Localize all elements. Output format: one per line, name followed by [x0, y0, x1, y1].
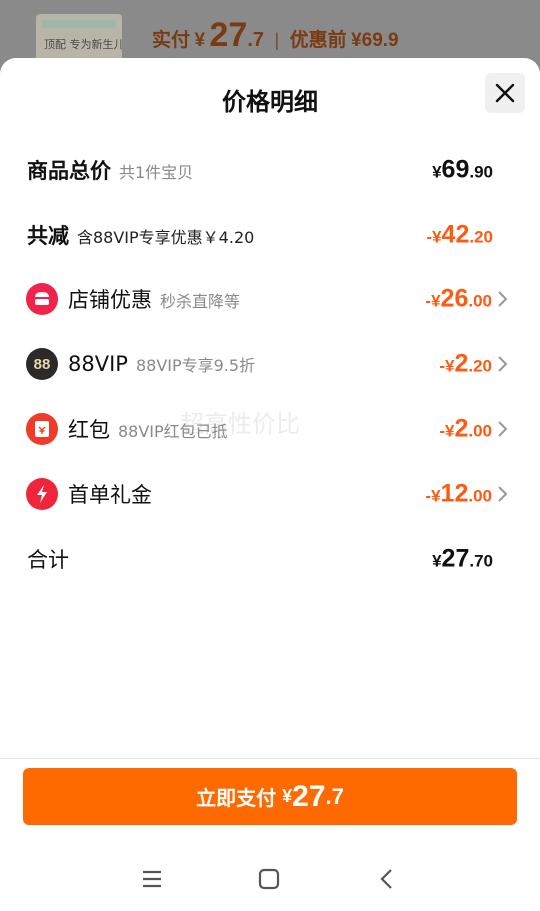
row-title: 88VIP: [68, 352, 128, 376]
lightning-icon: [26, 478, 58, 510]
row-amount: -¥26.00: [425, 285, 492, 314]
amount-currency: -¥: [439, 421, 455, 441]
row-shop-discount[interactable]: 店铺优惠 秒杀直降等 -¥26.00: [0, 279, 540, 319]
amount-dec: .20: [469, 227, 493, 247]
back-icon[interactable]: [372, 864, 402, 894]
paid-currency: ¥: [194, 30, 206, 51]
pay-now-button[interactable]: 立即支付 ¥27.7: [23, 768, 517, 825]
product-thumbnail: 顶配 专为新生儿: [36, 14, 122, 64]
row-title: 共减: [27, 224, 69, 248]
pay-currency: ¥: [282, 786, 293, 806]
paid-dec: .7: [247, 29, 265, 51]
row-label: 合计: [27, 544, 69, 574]
pay-int: 27: [292, 779, 326, 813]
chevron-right-icon: [498, 356, 508, 372]
amount-currency: -¥: [426, 227, 442, 247]
sheet-title: 价格明细: [222, 88, 318, 116]
row-total-discount: 共减 含88VIP专享优惠￥4.20 -¥42.20: [0, 215, 540, 255]
paid-label: 实付: [152, 30, 191, 51]
row-88vip[interactable]: 88 88VIP 88VIP专享9.5折 -¥2.20: [0, 344, 540, 384]
row-subtitle: 秒杀直降等: [160, 292, 241, 311]
paid-int: 27: [209, 16, 248, 54]
amount-int: 42: [441, 220, 470, 249]
amount-int: 2: [454, 349, 469, 378]
row-total: 合计 ¥27.70: [0, 539, 540, 579]
row-label: 88VIP 88VIP专享9.5折: [68, 352, 255, 376]
pay-label: 立即支付: [196, 788, 277, 810]
row-label: 商品总价 共1件宝贝: [27, 155, 193, 185]
shop-glyph: [35, 292, 49, 305]
row-amount: ¥27.70: [432, 545, 493, 574]
amount-dec: .00: [468, 291, 492, 311]
vip88-icon-text: 88: [33, 355, 51, 373]
chevron-right-icon: [498, 421, 508, 437]
close-button[interactable]: [485, 73, 525, 113]
row-label: 共减 含88VIP专享优惠￥4.20: [27, 220, 254, 250]
row-title: 店铺优惠: [68, 288, 152, 312]
row-title: 首单礼金: [68, 483, 152, 507]
divider: [0, 758, 540, 759]
price-detail-sheet: 价格明细 超高性价比 商品总价 共1件宝贝 ¥69.90 共减 含88VIP专享优惠…: [0, 58, 540, 911]
row-subtitle: 含88VIP专享优惠￥4.20: [77, 228, 255, 247]
close-icon: [495, 83, 515, 103]
chevron-right-icon: [498, 291, 508, 307]
amount-currency: -¥: [425, 291, 441, 311]
thumb-banner: [42, 20, 116, 28]
row-total-price: 商品总价 共1件宝贝 ¥69.90: [0, 150, 540, 190]
before-label: 优惠前: [289, 30, 347, 51]
thumb-caption: 顶配 专为新生儿: [44, 38, 122, 51]
amount-dec: .00: [468, 421, 492, 441]
vip88-icon: 88: [26, 348, 58, 380]
lightning-glyph: [37, 485, 47, 503]
red-packet-icon: [26, 413, 58, 445]
menu-icon[interactable]: [137, 864, 167, 894]
amount-int: 69: [441, 155, 470, 184]
amount-dec: .00: [468, 486, 492, 506]
amount-int: 2: [454, 414, 469, 443]
row-amount: -¥12.00: [425, 480, 492, 509]
amount-currency: -¥: [439, 356, 455, 376]
pay-dec: .7: [325, 783, 344, 809]
row-first-order-gift[interactable]: 首单礼金 -¥12.00: [0, 474, 540, 514]
row-amount: -¥2.00: [439, 415, 492, 444]
amount-dec: .90: [469, 162, 493, 182]
amount-dec: .70: [469, 551, 493, 571]
before-price: ¥69.9: [351, 30, 399, 51]
home-icon[interactable]: [254, 864, 284, 894]
amount-int: 12: [440, 479, 469, 508]
row-subtitle: 共1件宝贝: [119, 163, 194, 182]
shop-icon: [26, 283, 58, 315]
separator: |: [274, 30, 280, 50]
system-nav-bar: [0, 850, 540, 910]
amount-int: 27: [441, 544, 470, 573]
amount-dec: .20: [468, 356, 492, 376]
chevron-right-icon: [498, 486, 508, 502]
row-red-packet[interactable]: 红包 88VIP红包已抵 -¥2.00: [0, 409, 540, 449]
row-amount: -¥2.20: [439, 350, 492, 379]
row-title: 合计: [27, 548, 69, 572]
row-title: 红包: [68, 418, 110, 442]
row-amount: -¥42.20: [426, 221, 493, 250]
paid-summary: 实付 ¥ 27.7 | 优惠前 ¥69.9: [152, 16, 399, 55]
row-label: 红包 88VIP红包已抵: [68, 414, 228, 444]
red-packet-glyph: [35, 421, 49, 437]
row-label: 店铺优惠 秒杀直降等: [68, 284, 240, 314]
row-amount: ¥69.90: [432, 156, 493, 185]
row-subtitle: 88VIP红包已抵: [118, 422, 228, 441]
amount-currency: -¥: [425, 486, 441, 506]
row-label: 首单礼金: [68, 479, 152, 509]
row-title: 商品总价: [27, 159, 111, 183]
amount-int: 26: [440, 284, 469, 313]
row-subtitle: 88VIP专享9.5折: [135, 356, 256, 375]
